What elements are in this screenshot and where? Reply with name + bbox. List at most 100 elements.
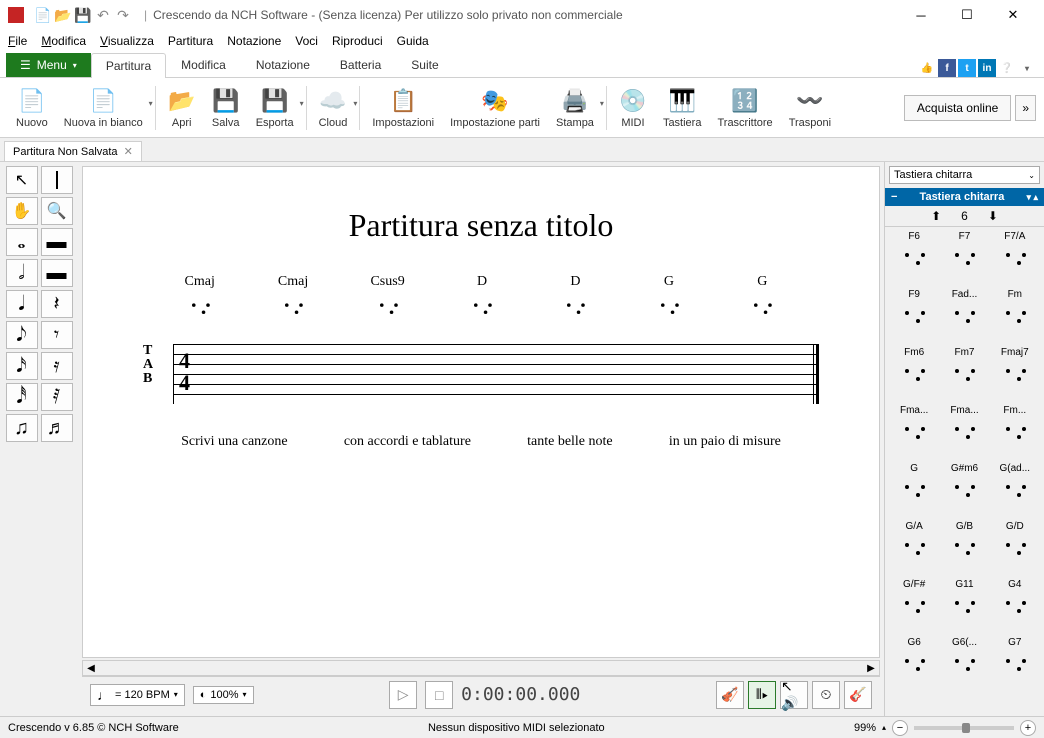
tool-beam-sixteenth[interactable]: ♬ xyxy=(41,414,73,442)
chord-library-item[interactable]: G#m6 xyxy=(942,463,986,519)
tool-eighth-note[interactable]: 𝅘𝅥𝅮 xyxy=(6,321,38,349)
bpm-selector[interactable]: ♩ = 120 BPM ▾ xyxy=(90,684,185,706)
like-icon[interactable]: 👍 xyxy=(918,59,936,77)
playback-cursor-button[interactable]: ↖🔊 xyxy=(780,681,808,709)
purchase-button[interactable]: Acquista online xyxy=(904,95,1011,121)
ribbon-tastiera[interactable]: 🎹Tastiera xyxy=(655,81,710,135)
maximize-button[interactable]: ☐ xyxy=(944,0,990,30)
chord-library-item[interactable]: G7 xyxy=(993,637,1037,693)
menu-partitura[interactable]: Partitura xyxy=(168,34,213,48)
chord-block[interactable]: G xyxy=(653,274,685,334)
chord-library-item[interactable]: G4 xyxy=(993,579,1037,635)
chord-library-item[interactable]: G/B xyxy=(942,521,986,577)
zoom-slider[interactable] xyxy=(914,726,1014,730)
tool-beam-eighth[interactable]: ♫ xyxy=(6,414,38,442)
zoom-out-button[interactable]: − xyxy=(892,720,908,736)
chord-library-item[interactable]: G6(... xyxy=(942,637,986,693)
chord-library-item[interactable]: G/A xyxy=(892,521,936,577)
qat-undo-icon[interactable]: ↶ xyxy=(94,6,112,24)
chord-block[interactable]: Cmaj xyxy=(184,274,216,334)
tool-half-note[interactable]: 𝅗𝅥 xyxy=(6,259,38,287)
document-tab[interactable]: Partitura Non Salvata ✕ xyxy=(4,141,142,161)
close-tab-icon[interactable]: ✕ xyxy=(124,145,133,158)
chord-library-item[interactable]: Fma... xyxy=(942,405,986,461)
ribbon-nuovo[interactable]: 📄Nuovo xyxy=(8,81,56,135)
tool-eighth-rest[interactable]: 𝄾 xyxy=(41,321,73,349)
score-canvas[interactable]: Partitura senza titolo CmajCmajCsus9DDGG… xyxy=(82,166,880,658)
expand-button[interactable]: » xyxy=(1015,95,1036,121)
linkedin-icon[interactable]: in xyxy=(978,59,996,77)
menu-riproduci[interactable]: Riproduci xyxy=(332,34,383,48)
chord-library-item[interactable]: Fm... xyxy=(993,405,1037,461)
chord-library-item[interactable]: Fm6 xyxy=(892,347,936,403)
zoom-selector[interactable]: ◐ 100% ▾ xyxy=(193,686,254,704)
ribbon-midi[interactable]: 💿MIDI xyxy=(611,81,655,135)
chord-library-item[interactable]: Fm7 xyxy=(942,347,986,403)
qat-redo-icon[interactable]: ↷ xyxy=(114,6,132,24)
ribbon-trasponi[interactable]: 〰️Trasponi xyxy=(781,81,839,135)
ribbon-apri[interactable]: 📂Apri xyxy=(160,81,204,135)
chord-library-item[interactable]: F7/A xyxy=(993,231,1037,287)
metronome-button[interactable]: ⏲ xyxy=(812,681,840,709)
menu-voci[interactable]: Voci xyxy=(295,34,318,48)
chord-library-item[interactable]: Fma... xyxy=(892,405,936,461)
scroll-playback-button[interactable]: ⦀▸ xyxy=(748,681,776,709)
chord-block[interactable]: D xyxy=(559,274,591,334)
qat-open-icon[interactable]: 📂 xyxy=(54,6,72,24)
tool-barline[interactable] xyxy=(41,166,73,194)
menu-guida[interactable]: Guida xyxy=(397,34,429,48)
tool-half-rest[interactable]: ▬ xyxy=(41,259,73,287)
help-dropdown[interactable]: ▾ xyxy=(1018,59,1036,77)
chord-block[interactable]: D xyxy=(466,274,498,334)
help-icon[interactable]: ❔ xyxy=(998,59,1016,77)
stop-button[interactable]: □ xyxy=(425,681,453,709)
chord-library-item[interactable]: G11 xyxy=(942,579,986,635)
zoom-menu[interactable]: ▴ xyxy=(882,723,886,732)
tool-sixteenth-rest[interactable]: 𝄿 xyxy=(41,352,73,380)
ribbon-esporta[interactable]: 💾Esporta▾ xyxy=(248,81,302,135)
close-button[interactable]: ✕ xyxy=(990,0,1036,30)
scroll-left[interactable]: ◀ xyxy=(83,663,99,674)
tool-cursor[interactable]: ↖ xyxy=(6,166,38,194)
chord-block[interactable]: Cmaj xyxy=(277,274,309,334)
twitter-icon[interactable]: t xyxy=(958,59,976,77)
ribbon-menu-button[interactable]: Menu xyxy=(6,53,91,77)
chord-block[interactable]: Csus9 xyxy=(370,274,404,334)
page-prev[interactable]: ⬆ xyxy=(931,209,941,223)
ribbon-nuova-in-bianco[interactable]: 📄Nuova in bianco▾ xyxy=(56,81,151,135)
chord-library-item[interactable]: G/D xyxy=(993,521,1037,577)
tool-quarter-rest[interactable]: 𝄽 xyxy=(41,290,73,318)
horizontal-scrollbar[interactable]: ◀ ▶ xyxy=(82,660,880,676)
instrument-button[interactable]: 🎸 xyxy=(844,681,872,709)
chord-library-item[interactable]: G xyxy=(892,463,936,519)
ribbon-salva[interactable]: 💾Salva xyxy=(204,81,248,135)
tab-suite[interactable]: Suite xyxy=(396,52,453,77)
ribbon-impostazione-parti[interactable]: 🎭Impostazione parti xyxy=(442,81,548,135)
tool-sixteenth-note[interactable]: 𝅘𝅥𝅯 xyxy=(6,352,38,380)
tab-modifica[interactable]: Modifica xyxy=(166,52,241,77)
tool-hand[interactable]: ✋ xyxy=(6,197,38,225)
qat-save-icon[interactable]: 💾 xyxy=(74,6,92,24)
chord-library-combo[interactable]: Tastiera chitarra⌄ xyxy=(889,166,1040,184)
minimize-button[interactable]: ─ xyxy=(898,0,944,30)
tool-zoom[interactable]: 🔍 xyxy=(41,197,73,225)
qat-new-icon[interactable]: 📄 xyxy=(34,6,52,24)
chord-library-item[interactable]: Fm xyxy=(993,289,1037,345)
facebook-icon[interactable]: f xyxy=(938,59,956,77)
tab-batteria[interactable]: Batteria xyxy=(325,52,396,77)
chord-library-item[interactable]: F9 xyxy=(892,289,936,345)
tool-whole-note[interactable]: 𝅝 xyxy=(6,228,38,256)
menu-modifica[interactable]: Modifica xyxy=(41,34,86,48)
tool-whole-rest[interactable]: ▬ xyxy=(41,228,73,256)
ribbon-cloud[interactable]: ☁️Cloud▾ xyxy=(311,81,356,135)
ribbon-trascrittore[interactable]: 🔢Trascrittore xyxy=(709,81,780,135)
chord-library-item[interactable]: Fmaj7 xyxy=(993,347,1037,403)
tool-thirtysecond-rest[interactable]: 𝅀 xyxy=(41,383,73,411)
chord-library-item[interactable]: Fad... xyxy=(942,289,986,345)
menu-file[interactable]: File xyxy=(8,34,27,48)
tab-partitura[interactable]: Partitura xyxy=(91,53,166,78)
chord-block[interactable]: G xyxy=(746,274,778,334)
tool-thirtysecond-note[interactable]: 𝅘𝅥𝅰 xyxy=(6,383,38,411)
mixer-button[interactable]: 🎻 xyxy=(716,681,744,709)
tool-quarter-note[interactable]: 𝅘𝅥 xyxy=(6,290,38,318)
